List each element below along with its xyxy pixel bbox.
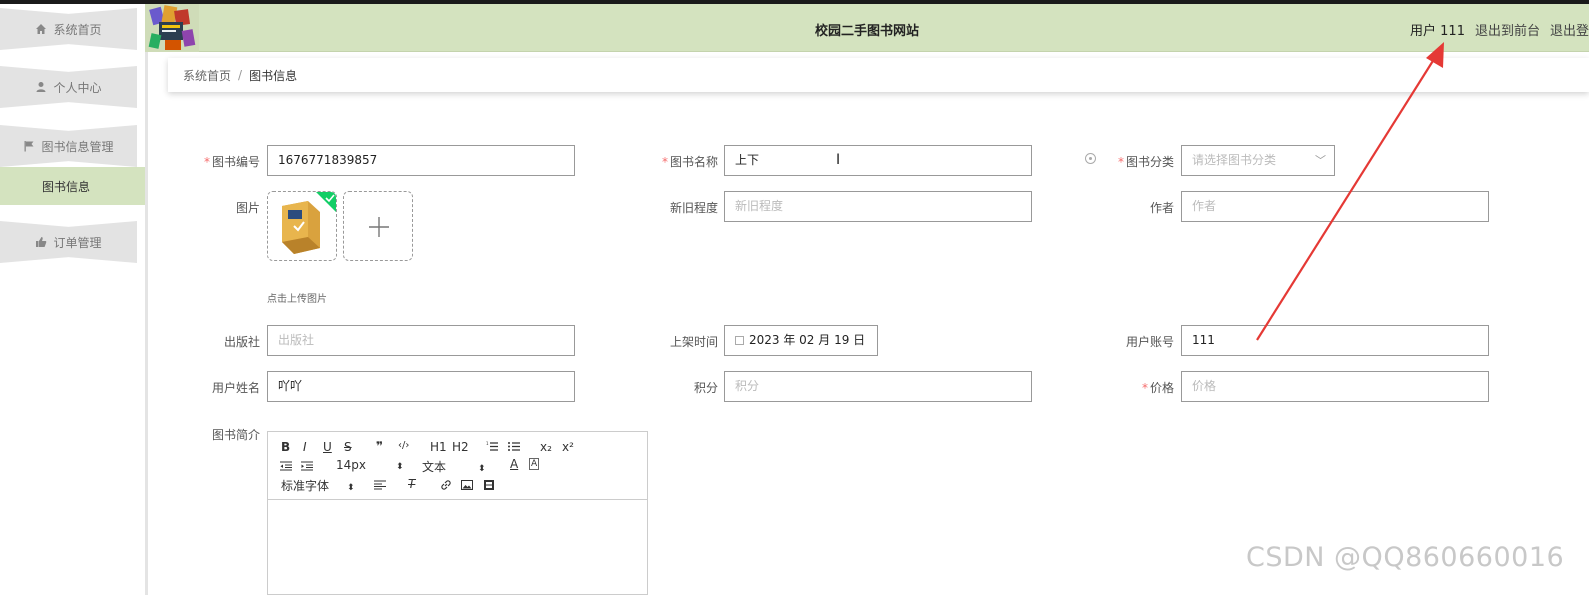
sidebar-item-label: 个人中心 xyxy=(53,80,102,95)
shelf-time-value: 2023 年 02 月 19 日 xyxy=(749,333,866,347)
bold-button[interactable]: B xyxy=(281,440,290,454)
strike-button[interactable]: S xyxy=(344,440,352,454)
font-size-select[interactable]: 14px ⬍ xyxy=(336,458,404,472)
upload-add-button[interactable] xyxy=(343,191,413,261)
site-logo[interactable] xyxy=(145,4,199,52)
breadcrumb: 系统首页 / 图书信息 xyxy=(168,58,1589,92)
clear-format-icon[interactable]: T xyxy=(408,477,415,491)
top-header: 校园二手图书网站 用户 111 退出到前台 退出登 xyxy=(145,4,1589,52)
calendar-icon xyxy=(735,336,744,345)
blockquote-button[interactable]: ❞ xyxy=(376,439,383,453)
bullet-list-icon[interactable] xyxy=(508,441,520,452)
header-user-actions: 用户 111 退出到前台 退出登 xyxy=(1410,20,1589,39)
sidebar-subitem-book-info[interactable]: 图书信息 xyxy=(0,167,145,205)
sidebar-item-label: 订单管理 xyxy=(53,235,102,250)
author-input[interactable]: 作者 xyxy=(1181,191,1489,222)
book-category-placeholder: 请选择图书分类 xyxy=(1192,153,1277,167)
user-name-label: 用户姓名 xyxy=(211,381,260,395)
site-title: 校园二手图书网站 xyxy=(814,24,919,39)
user-name-input[interactable]: 吖吖 xyxy=(267,371,575,402)
thumb-icon xyxy=(36,237,47,247)
home-icon xyxy=(36,24,47,34)
breadcrumb-current: 图书信息 xyxy=(249,68,298,83)
sidebar-item-book-management[interactable]: 图书信息管理 xyxy=(0,125,137,167)
points-label: 积分 xyxy=(693,381,718,395)
user-icon xyxy=(36,82,46,92)
code-block-button[interactable]: ‹/› xyxy=(398,440,409,451)
font-family-select[interactable]: 标准字体 ⬍ xyxy=(281,477,355,494)
uploaded-image-thumbnail[interactable] xyxy=(267,191,337,261)
background-color-icon[interactable]: A xyxy=(529,458,540,470)
user-account-input[interactable]: 111 xyxy=(1181,325,1489,356)
font-size-value: 14px xyxy=(336,458,366,472)
indent-icon[interactable] xyxy=(301,461,313,471)
flag-icon xyxy=(24,141,34,152)
font-color-icon[interactable]: A xyxy=(510,457,518,471)
csdn-watermark: CSDN @QQ860660016 xyxy=(1246,542,1565,573)
logout-link[interactable]: 退出登 xyxy=(1550,20,1589,39)
sidebar-item-profile[interactable]: 个人中心 xyxy=(0,66,137,108)
sidebar-item-home[interactable]: 系统首页 xyxy=(0,8,137,50)
select-arrows-icon: ⬍ xyxy=(478,464,486,474)
rich-text-editor: B I U S ❞ ‹/› H1 H2 1 x₂ x² 14px ⬍ 文本 ⬍ A … xyxy=(267,431,648,595)
sidebar-item-label: 系统首页 xyxy=(53,22,102,37)
video-icon[interactable] xyxy=(483,479,495,491)
sidebar-item-label: 图书信息管理 xyxy=(41,139,114,154)
exit-to-frontend-link[interactable]: 退出到前台 xyxy=(1475,20,1540,39)
sidebar-subitem-label: 图书信息 xyxy=(42,179,91,194)
radio-dot-icon xyxy=(1085,153,1096,164)
underline-button[interactable]: U xyxy=(323,440,332,454)
outdent-icon[interactable] xyxy=(280,461,292,471)
price-label: * 价格 xyxy=(1141,381,1174,395)
select-arrows-icon: ⬍ xyxy=(396,462,404,472)
user-account-label: 用户账号 xyxy=(1125,335,1174,349)
text-cursor-icon: I xyxy=(836,152,841,168)
align-left-icon[interactable] xyxy=(374,480,386,490)
subscript-button[interactable]: x₂ xyxy=(540,440,552,454)
image-label: 图片 xyxy=(235,201,260,215)
paragraph-value: 文本 xyxy=(422,460,447,474)
editor-toolbar: B I U S ❞ ‹/› H1 H2 1 x₂ x² 14px ⬍ 文本 ⬍ A … xyxy=(268,432,647,500)
italic-button[interactable]: I xyxy=(303,440,307,454)
book-name-input[interactable]: 上下 xyxy=(724,145,1032,176)
shelf-time-label: 上架时间 xyxy=(669,335,718,349)
h2-button[interactable]: H2 xyxy=(452,440,469,454)
book-category-select[interactable]: 请选择图书分类 ﹀ xyxy=(1181,145,1335,176)
sidebar-item-orders[interactable]: 订单管理 xyxy=(0,221,137,263)
paragraph-select[interactable]: 文本 ⬍ xyxy=(422,458,486,475)
book-cover-image xyxy=(268,192,336,260)
publisher-input[interactable]: 出版社 xyxy=(267,325,575,356)
book-category-label: * 图书分类 xyxy=(1117,155,1174,169)
shelf-time-datepicker[interactable]: 2023 年 02 月 19 日 xyxy=(724,325,878,356)
points-input[interactable]: 积分 xyxy=(724,371,1032,402)
current-user-label: 用户 111 xyxy=(1410,24,1465,39)
ordered-list-icon[interactable]: 1 xyxy=(486,441,498,452)
publisher-label: 出版社 xyxy=(223,335,260,349)
image-icon[interactable] xyxy=(461,479,473,491)
price-input[interactable]: 价格 xyxy=(1181,371,1489,402)
intro-label: 图书简介 xyxy=(211,428,260,442)
author-label: 作者 xyxy=(1149,201,1174,215)
condition-label: 新旧程度 xyxy=(669,201,718,215)
h1-button[interactable]: H1 xyxy=(430,440,447,454)
book-no-label: * 图书编号 xyxy=(203,155,260,169)
book-logo-image xyxy=(145,4,199,52)
select-arrows-icon: ⬍ xyxy=(347,483,355,493)
breadcrumb-separator: / xyxy=(238,68,243,82)
chevron-down-icon: ﹀ xyxy=(1315,154,1326,167)
plus-icon xyxy=(369,217,389,237)
link-icon[interactable] xyxy=(440,479,452,491)
condition-input[interactable]: 新旧程度 xyxy=(724,191,1032,222)
sidebar: 系统首页 个人中心 图书信息管理 图书信息 订单管理 xyxy=(0,4,148,595)
book-name-label: * 图书名称 xyxy=(661,155,718,169)
breadcrumb-home-link[interactable]: 系统首页 xyxy=(183,67,231,84)
book-no-input[interactable]: 1676771839857 xyxy=(267,145,575,176)
font-family-value: 标准字体 xyxy=(281,479,330,493)
superscript-button[interactable]: x² xyxy=(562,440,574,454)
upload-tip: 点击上传图片 xyxy=(267,294,327,305)
svg-text:1: 1 xyxy=(486,441,489,446)
